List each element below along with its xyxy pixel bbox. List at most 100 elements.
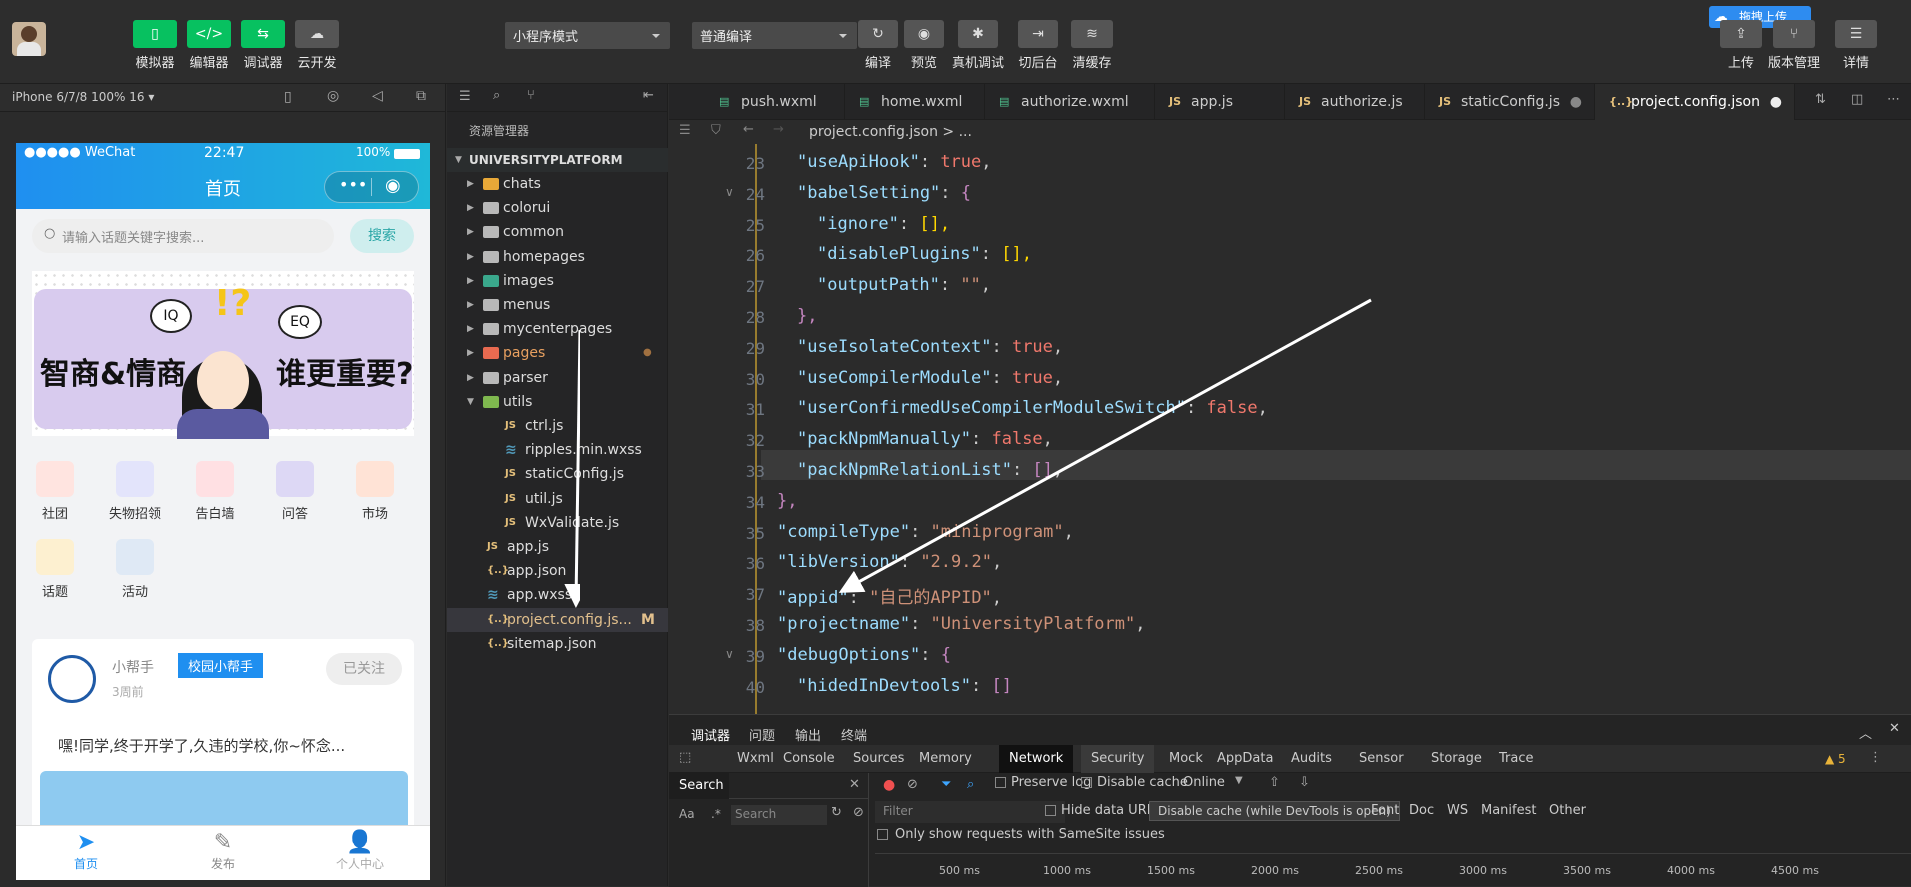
clear-icon[interactable]: ⊘	[853, 805, 864, 820]
volume-icon[interactable]: ◁	[372, 88, 383, 104]
type-filter[interactable]: Other	[1549, 803, 1586, 818]
type-filter[interactable]: Doc	[1409, 803, 1434, 818]
chevron-down-icon: ▼	[455, 155, 462, 165]
devtools-tab[interactable]: Sensor	[1349, 745, 1414, 773]
close-target-icon[interactable]: ◉	[385, 175, 401, 196]
tab-home[interactable]: ➤ 首页	[46, 830, 126, 872]
folder-item[interactable]: ▶ colorui	[447, 196, 668, 220]
editor-toggle[interactable]: </> 编辑器	[187, 20, 231, 71]
chevron-down-icon[interactable]: ▼	[1235, 775, 1243, 786]
folder-item[interactable]: ▶ images	[447, 269, 668, 293]
disable-cache-checkbox[interactable]	[1081, 777, 1092, 788]
tab-profile[interactable]: 👤 个人中心	[320, 830, 400, 872]
folder-item[interactable]: ▶ homepages	[447, 245, 668, 269]
regex-icon[interactable]: .*	[711, 807, 721, 821]
grid-item-market[interactable]: 市场	[340, 461, 410, 522]
close-icon[interactable]: ✕	[1889, 721, 1900, 736]
grid-item-topic[interactable]: 话题	[20, 539, 90, 600]
clear-cache-button[interactable]: ≋ 清缓存	[1071, 20, 1113, 71]
tree-item-label: chats	[503, 176, 541, 192]
battery-text: 100%	[356, 145, 391, 159]
search-button[interactable]: 搜索	[350, 219, 414, 253]
git-icon[interactable]: ⑂	[527, 88, 535, 103]
devtools-tab[interactable]: Audits	[1281, 745, 1342, 773]
background-button[interactable]: ⇥ 切后台	[1018, 20, 1058, 71]
record-icon[interactable]: ●	[883, 777, 895, 793]
file-item[interactable]: {..} sitemap.json	[447, 632, 668, 656]
upload-button[interactable]: ⇪ 上传	[1720, 20, 1762, 71]
devtools-panel: 调试器 问题 输出 终端 ︿ ✕ ⬚ Wxml Console Sources Mem…	[669, 714, 1911, 887]
window-icon[interactable]: ⧉	[416, 88, 426, 104]
debugger-toggle[interactable]: ⇆ 调试器	[241, 20, 285, 71]
list-icon[interactable]: ☰	[459, 89, 471, 104]
compile-select[interactable]: 普通编译	[692, 22, 857, 49]
compile-button[interactable]: ↻ 编译	[858, 20, 898, 71]
folder-item[interactable]: ▶ chats	[447, 172, 668, 196]
throttle-select[interactable]: Online	[1183, 775, 1225, 790]
hide-data-urls-checkbox[interactable]	[1045, 805, 1056, 816]
devtools-tab[interactable]: Sources	[843, 745, 914, 773]
preserve-log-checkbox[interactable]	[995, 777, 1006, 788]
banner[interactable]: 智商&情商 谁更重要? IQ EQ !?	[32, 271, 414, 439]
kebab-icon[interactable]: ⋮	[1869, 750, 1882, 765]
file-item[interactable]: {..} project.config.js... M	[447, 607, 668, 632]
project-root[interactable]: ▼ UNIVERSITYPLATFORM	[447, 148, 668, 172]
more-icon[interactable]: •••	[339, 175, 367, 194]
phone-icon[interactable]: ▯	[284, 89, 292, 105]
details-button[interactable]: ☰ 详情	[1835, 20, 1877, 71]
filter-icon[interactable]: ⏷	[941, 777, 951, 792]
version-button[interactable]: ⑂ 版本管理	[1768, 20, 1820, 71]
search-input[interactable]: Search	[731, 805, 827, 825]
import-icon[interactable]: ⇧	[1269, 775, 1280, 790]
devtools-tab[interactable]: AppData	[1207, 745, 1283, 773]
folder-item[interactable]: ▶ menus	[447, 293, 668, 317]
grid-item-activity[interactable]: 活动	[100, 539, 170, 600]
tab-publish[interactable]: ✎ 发布	[183, 830, 263, 872]
modified-badge: M	[641, 611, 655, 628]
simulator-toggle[interactable]: ▯ 模拟器	[133, 20, 177, 71]
tab-output[interactable]: 输出	[795, 725, 821, 744]
follow-button[interactable]: 已关注	[326, 653, 402, 685]
record-icon[interactable]: ◎	[327, 88, 339, 104]
devtools-tab[interactable]: Mock	[1159, 745, 1213, 773]
search-icon[interactable]: ⌕	[967, 777, 974, 792]
devtools-tab[interactable]: Trace	[1489, 745, 1544, 773]
grid-item-club[interactable]: 社团	[20, 461, 90, 522]
samesite-checkbox[interactable]	[877, 829, 888, 840]
match-case-icon[interactable]: Aa	[679, 807, 695, 821]
devtools-tab[interactable]: Security	[1081, 745, 1155, 773]
grid-item-qa[interactable]: 问答	[260, 461, 330, 522]
close-icon[interactable]: ✕	[849, 777, 860, 792]
remote-debug-button[interactable]: ✱ 真机调试	[952, 20, 1004, 71]
grid-item-confession[interactable]: 告白墙	[180, 461, 250, 522]
devtools-tab[interactable]: Console	[773, 745, 845, 773]
search-bar[interactable]: ○ 请输入话题关键字搜索...	[32, 219, 334, 253]
avatar[interactable]	[12, 22, 46, 56]
device-select[interactable]: iPhone 6/7/8 100% 16 ▾	[12, 90, 154, 104]
type-filter[interactable]: Manifest	[1481, 803, 1536, 818]
capsule-menu[interactable]: ••• ◉	[324, 171, 419, 203]
grid-item-lost-found[interactable]: 失物招领	[100, 461, 170, 522]
mode-select[interactable]: 小程序模式	[505, 22, 670, 49]
tree-item-label: images	[503, 272, 554, 289]
filter-input[interactable]: Filter	[875, 801, 1065, 823]
devtools-tab[interactable]: Network	[999, 745, 1074, 773]
export-icon[interactable]: ⇩	[1299, 775, 1310, 790]
cloud-dev-button[interactable]: ☁ 云开发	[295, 20, 339, 71]
chevron-up-icon[interactable]: ︿	[1859, 723, 1872, 742]
type-filter[interactable]: Font	[1371, 803, 1399, 818]
refresh-icon[interactable]: ↻	[831, 805, 842, 820]
search-icon[interactable]: ⌕	[493, 88, 500, 103]
type-filter[interactable]: WS	[1447, 803, 1468, 818]
preview-button[interactable]: ◉ 预览	[904, 20, 944, 71]
devtools-tab[interactable]: Storage	[1421, 745, 1492, 773]
tab-problems[interactable]: 问题	[749, 725, 775, 744]
inspect-icon[interactable]: ⬚	[679, 750, 691, 765]
collapse-icon[interactable]: ⇤	[643, 88, 654, 103]
tab-terminal[interactable]: 终端	[841, 725, 867, 744]
folder-item[interactable]: ▶ common	[447, 220, 668, 244]
clear-icon[interactable]: ⊘	[907, 777, 918, 792]
search-input[interactable]: 请输入话题关键字搜索...	[62, 227, 204, 246]
warning-count[interactable]: ▲ 5	[1825, 752, 1846, 766]
devtools-tab[interactable]: Memory	[909, 745, 982, 773]
